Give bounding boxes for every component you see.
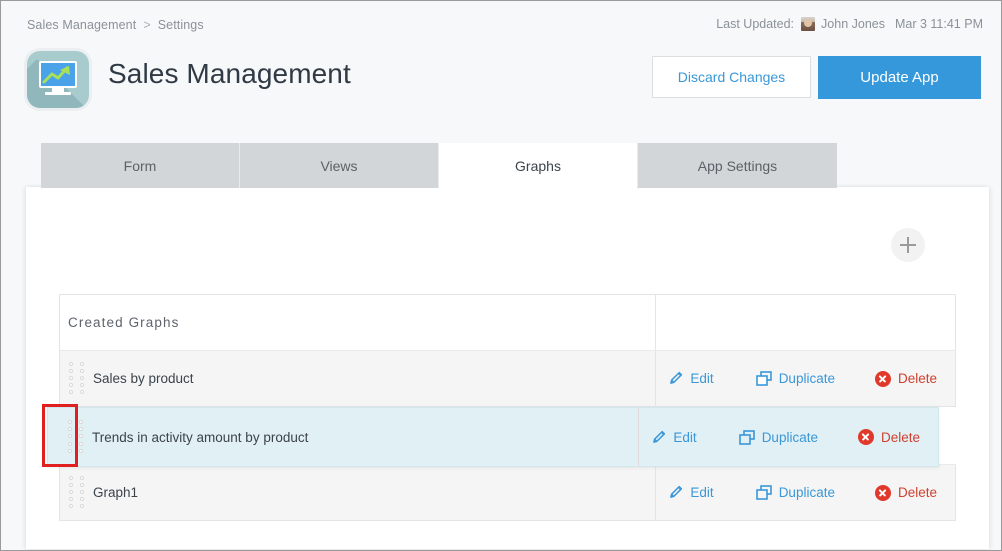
edit-button[interactable]: Edit [668,371,713,386]
duplicate-button[interactable]: Duplicate [756,485,835,500]
table-row-slot: Trends in activity amount by product Edi… [59,407,956,464]
last-updated-label: Last Updated: [716,17,794,31]
delete-circle-x-icon [875,371,891,387]
delete-button[interactable]: Delete [858,429,920,445]
row-name-cell: Sales by product [60,351,656,406]
duplicate-button[interactable]: Duplicate [756,371,835,386]
last-updated-user: John Jones [821,17,885,31]
column-header-actions [656,295,955,350]
graph-name-label: Graph1 [93,485,138,500]
pencil-icon [651,430,666,445]
delete-label: Delete [898,371,937,386]
pencil-icon [668,371,683,386]
breadcrumb-separator: > [136,18,157,32]
edit-label: Edit [690,485,713,500]
copy-icon [756,485,772,500]
delete-label: Delete [898,485,937,500]
drag-handle-dots-icon[interactable] [69,476,87,510]
duplicate-button[interactable]: Duplicate [739,430,818,445]
delete-label: Delete [881,430,920,445]
table-header-row: Created Graphs [59,294,956,350]
plus-icon-vertical [907,237,909,253]
duplicate-label: Duplicate [779,371,835,386]
row-actions-cell: Edit Duplicate Delete [656,351,955,406]
last-updated-timestamp: Mar 3 11:41 PM [895,17,983,31]
pencil-icon [668,485,683,500]
table-row[interactable]: Trends in activity amount by product Edi… [47,407,939,467]
monitor-screen [41,63,75,86]
update-app-button[interactable]: Update App [818,56,981,99]
monitor-base [45,92,71,95]
delete-button[interactable]: Delete [875,485,937,501]
user-avatar-photo-icon [801,17,815,31]
settings-tabs: Form Views Graphs App Settings [41,143,837,189]
edit-button[interactable]: Edit [668,485,713,500]
delete-circle-x-icon [875,485,891,501]
app-window: Sales Management>Settings Last Updated: … [0,0,1002,551]
delete-circle-x-icon [858,429,874,445]
page-header: Sales Management>Settings Last Updated: … [1,1,1001,131]
tab-app-settings[interactable]: App Settings [638,143,837,188]
created-graphs-table: Created Graphs Sales by product [59,294,956,521]
trend-arrow-icon [41,63,75,86]
tab-views[interactable]: Views [240,143,439,188]
copy-icon [739,430,755,445]
last-updated-info: Last Updated: John Jones Mar 3 11:41 PM [716,17,983,31]
edit-label: Edit [690,371,713,386]
breadcrumb-current: Settings [158,18,204,32]
edit-label: Edit [673,430,696,445]
graph-name-label: Sales by product [93,371,194,386]
row-actions-cell: Edit Duplicate [639,408,938,466]
add-graph-button[interactable] [891,228,925,262]
row-name-cell: Trends in activity amount by product [48,408,639,466]
duplicate-label: Duplicate [762,430,818,445]
sales-chart-monitor-icon [27,51,89,108]
row-name-cell: Graph1 [60,465,656,520]
discard-changes-button[interactable]: Discard Changes [652,56,811,98]
breadcrumb-app-link[interactable]: Sales Management [27,18,136,32]
column-header-created-graphs: Created Graphs [60,295,656,350]
delete-button[interactable]: Delete [875,371,937,387]
tab-graphs[interactable]: Graphs [439,143,638,189]
drag-handle-dots-icon[interactable] [68,420,86,454]
duplicate-label: Duplicate [779,485,835,500]
table-row[interactable]: Graph1 Edit [59,464,956,521]
edit-button[interactable]: Edit [651,430,696,445]
graph-name-label: Trends in activity amount by product [92,430,308,445]
table-row[interactable]: Sales by product Edit [59,350,956,407]
breadcrumb: Sales Management>Settings [27,18,204,32]
drag-handle-dots-icon[interactable] [69,362,87,396]
copy-icon [756,371,772,386]
row-actions-cell: Edit Duplicate Delete [656,465,955,520]
tab-form[interactable]: Form [41,143,240,188]
monitor-frame [39,61,77,88]
page-title: Sales Management [108,58,351,90]
